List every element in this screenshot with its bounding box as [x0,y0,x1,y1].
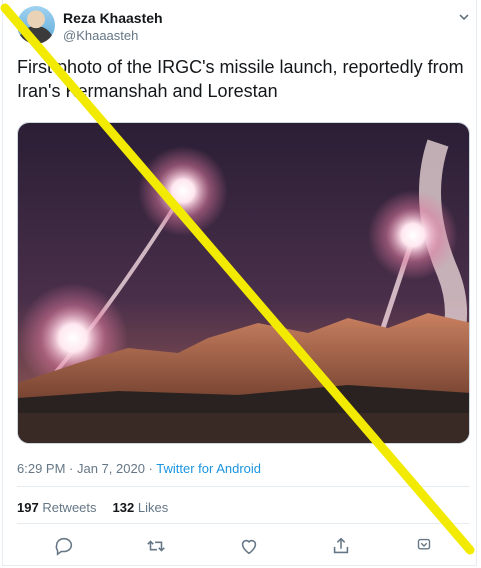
tweet-stats: 197 Retweets 132 Likes [17,500,168,515]
likes-stat[interactable]: 132 Likes [113,500,169,515]
author-handle[interactable]: @Khaaasteh [63,28,138,43]
meta-separator-2: · [144,461,157,476]
heart-icon[interactable] [238,535,260,557]
chevron-down-icon[interactable] [458,10,470,22]
tweet-time[interactable]: 6:29 PM [17,461,65,476]
avatar[interactable] [17,6,55,44]
author-name[interactable]: Reza Khaasteh [63,10,163,26]
retweets-label: Retweets [42,500,97,515]
tweet-photo[interactable] [17,122,470,444]
tweet-actions [3,535,478,559]
share-icon[interactable] [330,535,352,557]
likes-count: 132 [112,500,135,515]
tweet-meta: 6:29 PM · Jan 7, 2020 · Twitter for Andr… [17,461,261,476]
likes-label: Likes [137,500,169,515]
tweet-date[interactable]: Jan 7, 2020 [77,461,145,476]
tweet-card: Reza Khaasteh @Khaaasteh First photo of … [2,0,477,566]
meta-separator: · [65,461,77,476]
tweet-text: First photo of the IRGC's missile launch… [17,57,464,101]
retweets-stat[interactable]: 197 Retweets [17,500,97,515]
divider [17,523,470,524]
retweets-count: 197 [17,500,39,515]
tweet-source-link[interactable]: Twitter for Android [156,461,261,476]
reply-icon[interactable] [53,535,75,557]
retweet-icon[interactable] [145,535,167,557]
divider [17,486,470,487]
dropdown-icon[interactable] [413,535,435,557]
